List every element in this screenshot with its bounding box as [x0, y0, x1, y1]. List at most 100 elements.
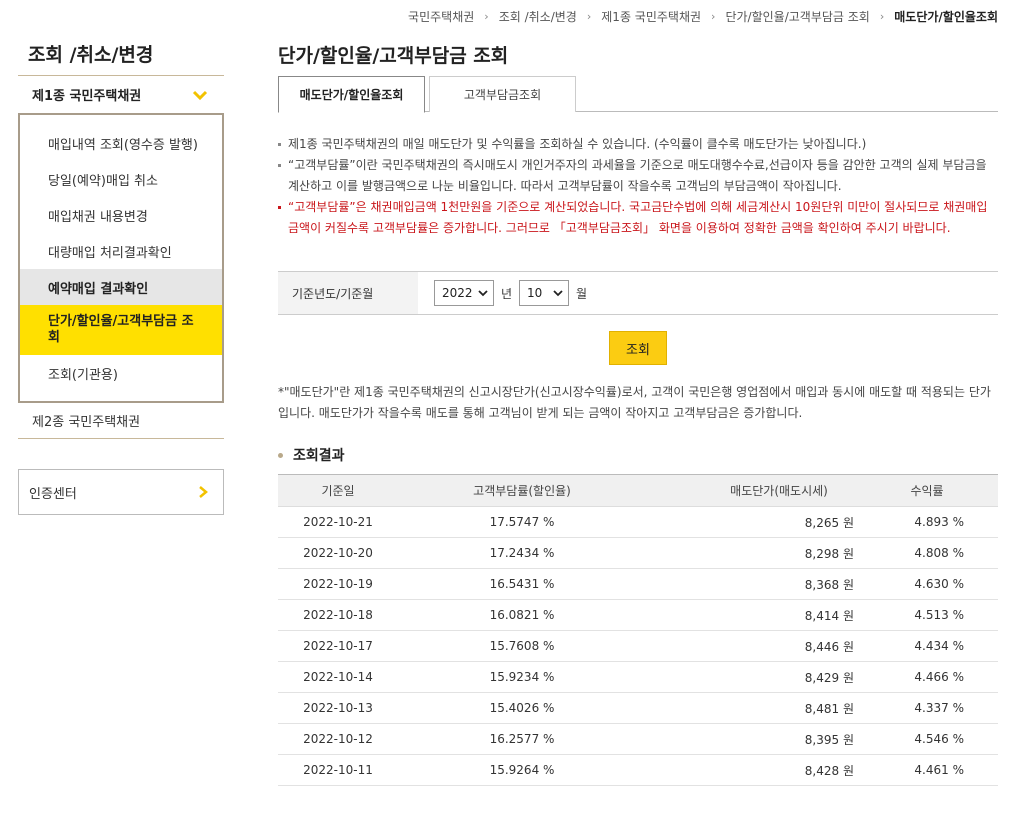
cell-date: 2022-10-21 [278, 506, 398, 538]
cell-yield: 4.461 % [856, 754, 998, 786]
cell-price: 8,265 원 [646, 506, 856, 538]
table-row: 2022-10-18 16.0821 % 8,414 원 4.513 % [278, 599, 998, 631]
table-row: 2022-10-19 16.5431 % 8,368 원 4.630 % [278, 568, 998, 600]
cell-discount: 17.5747 % [398, 506, 646, 538]
cell-date: 2022-10-18 [278, 599, 398, 631]
breadcrumb-item[interactable]: 국민주택채권 [408, 8, 474, 25]
table-row: 2022-10-11 15.9264 % 8,428 원 4.461 % [278, 754, 998, 786]
chevron-right-icon [199, 486, 208, 498]
cell-date: 2022-10-12 [278, 723, 398, 755]
cell-yield: 4.466 % [856, 661, 998, 693]
sidebar-title: 조회 /취소/변경 [18, 32, 224, 76]
cell-discount: 17.2434 % [398, 537, 646, 569]
column-header-discount: 고객부담률(할인율) [398, 474, 646, 507]
table-row: 2022-10-21 17.5747 % 8,265 원 4.893 % [278, 506, 998, 538]
tab-customer-burden[interactable]: 고객부담금조회 [429, 76, 576, 112]
table-row: 2022-10-17 15.7608 % 8,446 원 4.434 % [278, 630, 998, 662]
table-row: 2022-10-20 17.2434 % 8,298 원 4.808 % [278, 537, 998, 569]
cell-date: 2022-10-11 [278, 754, 398, 786]
cell-date: 2022-10-20 [278, 537, 398, 569]
filter-label: 기준년도/기준월 [278, 272, 418, 314]
table-row: 2022-10-12 16.2577 % 8,395 원 4.546 % [278, 723, 998, 755]
sidebar-item-reservation-result[interactable]: 예약매입 결과확인 [20, 269, 222, 305]
year-unit: 년 [501, 286, 513, 301]
cert-center-label: 인증센터 [29, 486, 77, 502]
result-section-title: 조회결과 [278, 446, 998, 464]
breadcrumb-current: 매도단가/할인율조회 [894, 10, 998, 24]
notice-item: 제1종 국민주택채권의 매일 매도단가 및 수익률을 조회하실 수 있습니다. … [278, 134, 998, 155]
sidebar-item-bulk-result[interactable]: 대량매입 처리결과확인 [20, 233, 222, 269]
button-row: 조회 [278, 331, 998, 365]
sidebar-item-purchase-history[interactable]: 매입내역 조회(영수증 발행) [20, 125, 222, 161]
month-value: 10 [527, 286, 543, 300]
tab-bar: 매도단가/할인율조회 고객부담금조회 [278, 76, 998, 113]
cell-price: 8,368 원 [646, 568, 856, 600]
sidebar-item-modify[interactable]: 매입채권 내용변경 [20, 197, 222, 233]
cell-discount: 15.9234 % [398, 661, 646, 693]
cell-discount: 16.2577 % [398, 723, 646, 755]
cell-price: 8,429 원 [646, 661, 856, 693]
sidebar-item-institution[interactable]: 조회(기관용) [20, 355, 222, 391]
month-unit: 월 [576, 286, 588, 301]
chevron-down-icon [192, 90, 208, 100]
sidebar-item-label: 조회(기관용) [48, 367, 118, 383]
bullet-icon [278, 452, 283, 458]
result-table: 기준일 고객부담률(할인율) 매도단가(매도시세) 수익률 2022-10-21… [278, 474, 998, 786]
chevron-down-icon [478, 290, 488, 297]
sidebar-category-1[interactable]: 제1종 국민주택채권 [18, 76, 224, 114]
chevron-right-icon: › [586, 10, 592, 23]
sidebar-item-label: 대량매입 처리결과확인 [48, 245, 172, 261]
cell-yield: 4.546 % [856, 723, 998, 755]
sidebar: 조회 /취소/변경 제1종 국민주택채권 매입내역 조회(영수증 발행) 당일(… [18, 32, 224, 515]
cell-price: 8,298 원 [646, 537, 856, 569]
breadcrumb-item[interactable]: 제1종 국민주택채권 [601, 8, 701, 25]
sidebar-item-label: 당일(예약)매입 취소 [48, 173, 158, 189]
breadcrumb: 국민주택채권 › 조회 /취소/변경 › 제1종 국민주택채권 › 단가/할인율… [408, 8, 998, 25]
sidebar-item-label: 단가/할인율/고객부담금 조회 [48, 314, 194, 345]
cell-yield: 4.434 % [856, 630, 998, 662]
column-header-yield: 수익률 [856, 474, 998, 507]
column-header-date: 기준일 [278, 474, 398, 507]
cell-date: 2022-10-17 [278, 630, 398, 662]
search-button[interactable]: 조회 [609, 331, 667, 365]
cell-yield: 4.893 % [856, 506, 998, 538]
breadcrumb-item[interactable]: 단가/할인율/고객부담금 조회 [725, 8, 869, 25]
cell-yield: 4.630 % [856, 568, 998, 600]
sidebar-item-price-inquiry[interactable]: 단가/할인율/고객부담금 조회 [20, 305, 222, 355]
chevron-down-icon [553, 290, 563, 297]
notice-item-warning: “고객부담률”은 채권매입금액 1천만원을 기준으로 계산되었습니다. 국고금단… [278, 197, 998, 239]
cell-price: 8,395 원 [646, 723, 856, 755]
cell-discount: 15.7608 % [398, 630, 646, 662]
chevron-right-icon: › [711, 10, 716, 23]
sale-price-description: *"매도단가"란 제1종 국민주택채권의 신고시장단가(신고시장수익률)로서, … [278, 385, 991, 420]
cell-date: 2022-10-13 [278, 692, 398, 724]
table-header-row: 기준일 고객부담률(할인율) 매도단가(매도시세) 수익률 [278, 474, 998, 507]
page-title: 단가/할인율/고객부담금 조회 [278, 44, 509, 67]
chevron-right-icon: › [879, 10, 885, 23]
filter-controls: 2022 년 10 월 [418, 280, 594, 306]
cell-yield: 4.513 % [856, 599, 998, 631]
sidebar-category-2[interactable]: 제2종 국민주택채권 [18, 403, 224, 439]
filter-row: 기준년도/기준월 2022 년 10 월 [278, 271, 998, 315]
table-row: 2022-10-13 15.4026 % 8,481 원 4.337 % [278, 692, 998, 724]
year-select[interactable]: 2022 [434, 280, 494, 306]
result-table-body: 2022-10-21 17.5747 % 8,265 원 4.893 % 2022-10… [278, 506, 998, 786]
notice-list: 제1종 국민주택채권의 매일 매도단가 및 수익률을 조회하실 수 있습니다. … [278, 134, 998, 239]
cert-center-link[interactable]: 인증센터 [18, 469, 224, 515]
sidebar-item-label: 매입내역 조회(영수증 발행) [48, 137, 198, 153]
sidebar-category-label: 제1종 국민주택채권 [32, 89, 142, 104]
cell-discount: 16.0821 % [398, 599, 646, 631]
cell-price: 8,481 원 [646, 692, 856, 724]
cell-discount: 16.5431 % [398, 568, 646, 600]
notice-item: “고객부담률”이란 국민주택채권의 즉시매도시 개인거주자의 과세율을 기준으로… [278, 155, 998, 197]
cell-price: 8,414 원 [646, 599, 856, 631]
cell-date: 2022-10-14 [278, 661, 398, 693]
breadcrumb-item[interactable]: 조회 /취소/변경 [499, 8, 577, 25]
cell-discount: 15.4026 % [398, 692, 646, 724]
cell-price: 8,446 원 [646, 630, 856, 662]
month-select[interactable]: 10 [519, 280, 570, 306]
sidebar-item-cancel[interactable]: 당일(예약)매입 취소 [20, 161, 222, 197]
tab-sale-price[interactable]: 매도단가/할인율조회 [278, 76, 425, 113]
cell-price: 8,428 원 [646, 754, 856, 786]
column-header-price: 매도단가(매도시세) [646, 474, 856, 507]
